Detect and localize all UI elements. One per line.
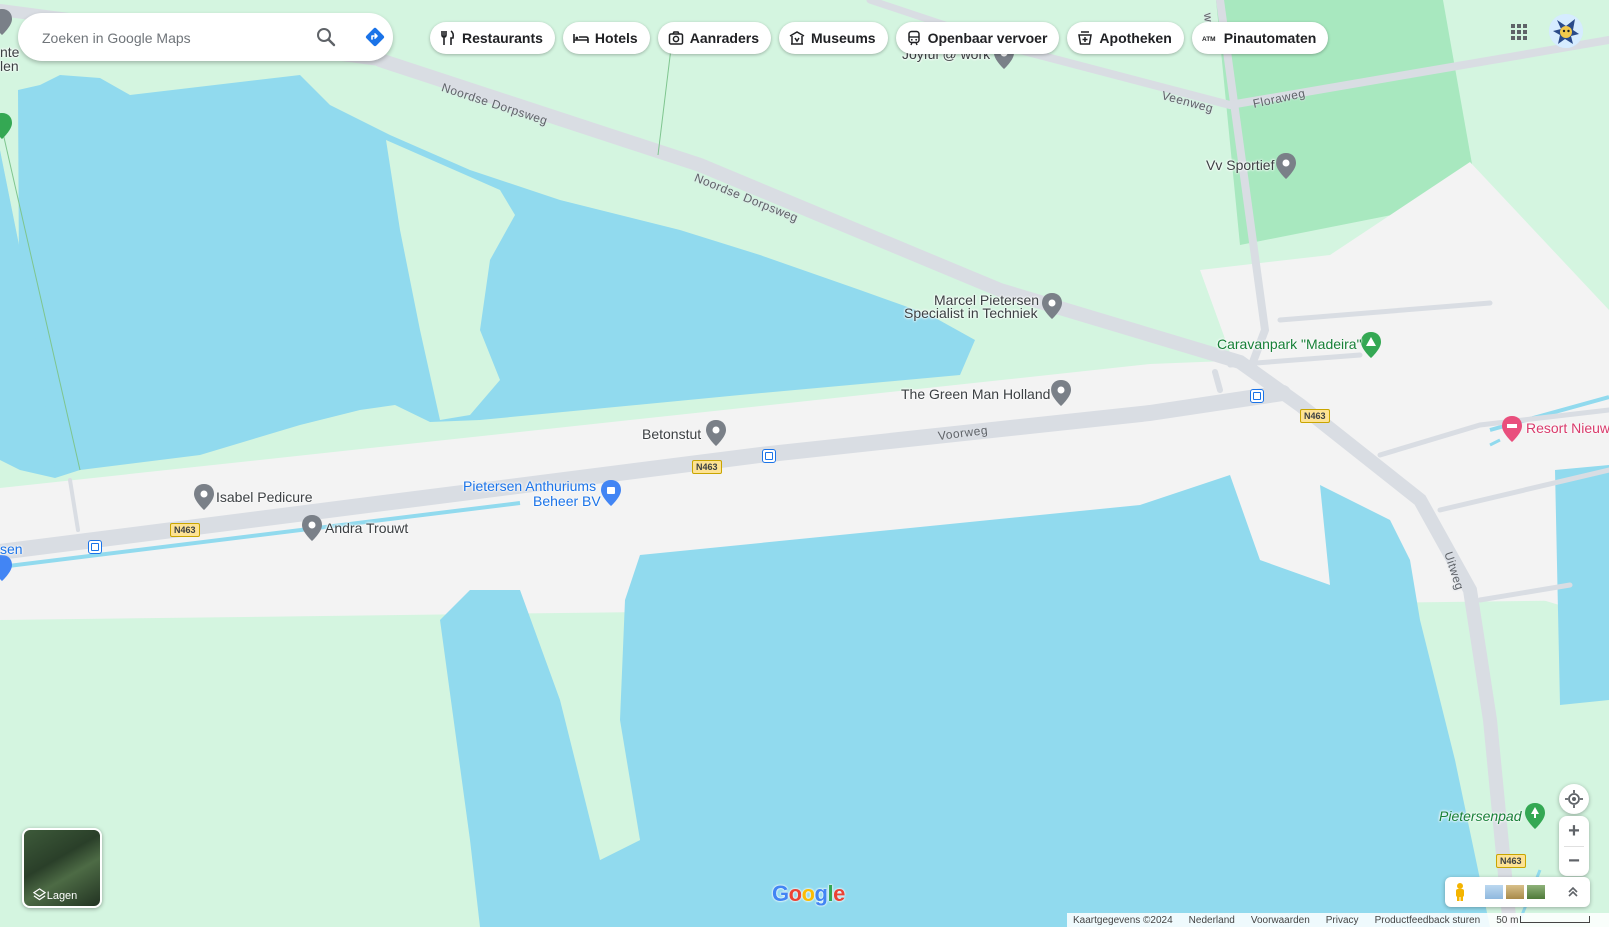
layers-button[interactable]: Lagen — [22, 828, 102, 908]
place-pin-icon[interactable] — [1041, 292, 1063, 320]
my-location-button[interactable] — [1559, 784, 1589, 814]
avatar-icon — [1549, 14, 1583, 48]
search-input[interactable] — [40, 25, 294, 51]
bus-stop-icon[interactable] — [1250, 389, 1264, 403]
place-pin-icon[interactable] — [0, 554, 13, 582]
museum-icon — [789, 31, 805, 45]
chip-aanraders[interactable]: Aanraders — [657, 22, 771, 54]
scale-indicator[interactable]: 50 m — [1496, 914, 1591, 926]
chip-hotels[interactable]: Hotels — [562, 22, 650, 54]
shopping-pin-icon[interactable] — [600, 479, 622, 507]
search-icon[interactable] — [314, 25, 338, 49]
place-pin-icon[interactable] — [0, 112, 13, 140]
layers-label: Lagen — [46, 890, 78, 902]
chip-label: Openbaar vervoer — [927, 30, 1048, 46]
map-canvas[interactable] — [0, 0, 1609, 927]
privacy-link[interactable]: Privacy — [1326, 915, 1359, 926]
imagery-thumb-2[interactable] — [1506, 885, 1524, 899]
zoom-control: + − — [1559, 816, 1589, 876]
apps-grid-icon[interactable] — [1507, 20, 1531, 44]
pegman-icon[interactable] — [1453, 882, 1467, 902]
street-view-strip — [1445, 877, 1590, 907]
place-pin-icon[interactable] — [0, 8, 13, 36]
place-label-andra-trouwt[interactable]: Andra Trouwt — [325, 520, 408, 536]
place-label-anthuriums-2[interactable]: Beheer BV — [533, 493, 601, 509]
copyright-text: Kaartgegevens ©2024 — [1073, 914, 1173, 926]
atm-icon: ATM — [1202, 36, 1216, 43]
zoom-in-button[interactable]: + — [1559, 816, 1589, 846]
road-shield-n463: N463 — [1496, 854, 1526, 868]
bus-stop-icon[interactable] — [762, 449, 776, 463]
place-label-marcel-2[interactable]: Specialist in Techniek — [904, 305, 1038, 321]
park-pin-icon[interactable] — [1524, 802, 1546, 830]
place-pin-icon[interactable] — [193, 483, 215, 511]
bus-stop-icon[interactable] — [88, 540, 102, 554]
place-pin-icon[interactable] — [301, 514, 323, 542]
fork-knife-icon — [441, 30, 455, 45]
place-pin-icon[interactable] — [1275, 152, 1297, 180]
place-label-left-partial-2: len — [0, 58, 19, 74]
svg-text:ATM: ATM — [1202, 36, 1216, 43]
place-pin-icon[interactable] — [705, 419, 727, 447]
place-label-anthuriums-1[interactable]: Pietersen Anthuriums — [463, 478, 596, 494]
place-label-left-partial-3: sen — [0, 541, 23, 557]
place-label-green-man[interactable]: The Green Man Holland — [901, 386, 1050, 402]
chip-label: Restaurants — [462, 30, 543, 46]
country-link[interactable]: Nederland — [1189, 915, 1235, 926]
place-label-betonstut[interactable]: Betonstut — [642, 426, 701, 442]
camera-icon — [668, 31, 683, 45]
scale-bar — [1520, 916, 1591, 924]
chip-label: Pinautomaten — [1223, 30, 1317, 46]
category-chips: Restaurants Hotels Aanraders Museums Ope… — [430, 22, 1329, 54]
google-logo: Google — [772, 881, 845, 906]
road-shield-n463: N463 — [692, 460, 722, 474]
chip-label: Museums — [810, 30, 876, 46]
hotel-pin-icon[interactable] — [1501, 415, 1523, 443]
imagery-thumb-1[interactable] — [1485, 885, 1503, 899]
terms-link[interactable]: Voorwaarden — [1251, 915, 1310, 926]
road-shield-n463: N463 — [1300, 409, 1330, 423]
pharmacy-icon — [1078, 31, 1093, 45]
imagery-thumb-3[interactable] — [1527, 885, 1545, 899]
campground-pin-icon[interactable] — [1360, 331, 1382, 359]
place-label-sportief[interactable]: Vv Sportief — [1206, 157, 1274, 173]
scale-label: 50 m — [1496, 914, 1519, 926]
chip-label: Aanraders — [689, 30, 759, 46]
chip-label: Hotels — [594, 30, 638, 46]
bed-icon — [573, 34, 589, 43]
chip-apotheken[interactable]: Apotheken — [1067, 22, 1184, 54]
place-label-isabel-pedicure[interactable]: Isabel Pedicure — [216, 489, 313, 505]
map-footer: Kaartgegevens ©2024 Nederland Voorwaarde… — [1067, 913, 1609, 927]
place-label-resort[interactable]: Resort Nieuw — [1526, 420, 1609, 436]
zoom-out-button[interactable]: − — [1559, 846, 1589, 876]
chip-openbaar-vervoer[interactable]: Openbaar vervoer — [895, 22, 1060, 54]
chip-restaurants[interactable]: Restaurants — [430, 22, 555, 54]
directions-icon[interactable] — [363, 25, 387, 49]
my-location-icon — [1565, 790, 1583, 808]
place-label-pietersenpad[interactable]: Pietersenpad — [1439, 808, 1522, 824]
chip-label: Apotheken — [1099, 30, 1172, 46]
road-shield-n463: N463 — [170, 523, 200, 537]
place-label-caravanpark[interactable]: Caravanpark "Madeira" — [1217, 336, 1362, 352]
place-pin-icon[interactable] — [1050, 379, 1072, 407]
feedback-link[interactable]: Productfeedback sturen — [1375, 915, 1481, 926]
chevron-up-icon[interactable] — [1565, 884, 1581, 900]
search-box — [18, 13, 393, 61]
chip-pinautomaten[interactable]: ATM Pinautomaten — [1191, 22, 1329, 54]
train-icon — [907, 30, 920, 46]
chip-museums[interactable]: Museums — [778, 22, 888, 54]
avatar[interactable] — [1549, 14, 1583, 48]
